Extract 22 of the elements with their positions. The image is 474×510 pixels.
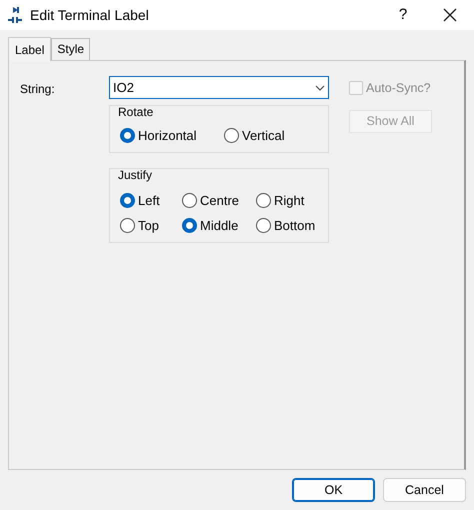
app-icon [8,6,22,24]
dialog-button[interactable]: Cancel [383,478,466,502]
dialog-button[interactable]: OK [292,478,375,502]
auto-sync-label: Auto-Sync? [366,80,431,97]
radio-option[interactable]: Centre [182,190,256,210]
tab[interactable]: Label [8,37,52,61]
help-button[interactable]: ? [391,4,415,26]
close-icon[interactable] [443,8,457,22]
radio-option[interactable]: Left [120,190,182,210]
radio-option[interactable]: Right [256,190,322,210]
radio-option[interactable]: Horizontal [120,126,224,146]
tab[interactable]: Style [51,38,90,60]
string-label: String: [20,81,56,98]
radio-option[interactable]: Bottom [256,216,322,236]
chevron-icon [315,84,325,90]
window-title: Edit Terminal Label [30,6,149,24]
radio-option[interactable]: Top [120,216,182,236]
string-combo-box[interactable]: IO2 [109,76,329,99]
group-title: Justify [118,168,154,182]
group-title: Rotate [118,105,154,120]
radio-option[interactable]: Vertical [224,126,328,146]
radio-option[interactable]: Middle [182,216,256,236]
